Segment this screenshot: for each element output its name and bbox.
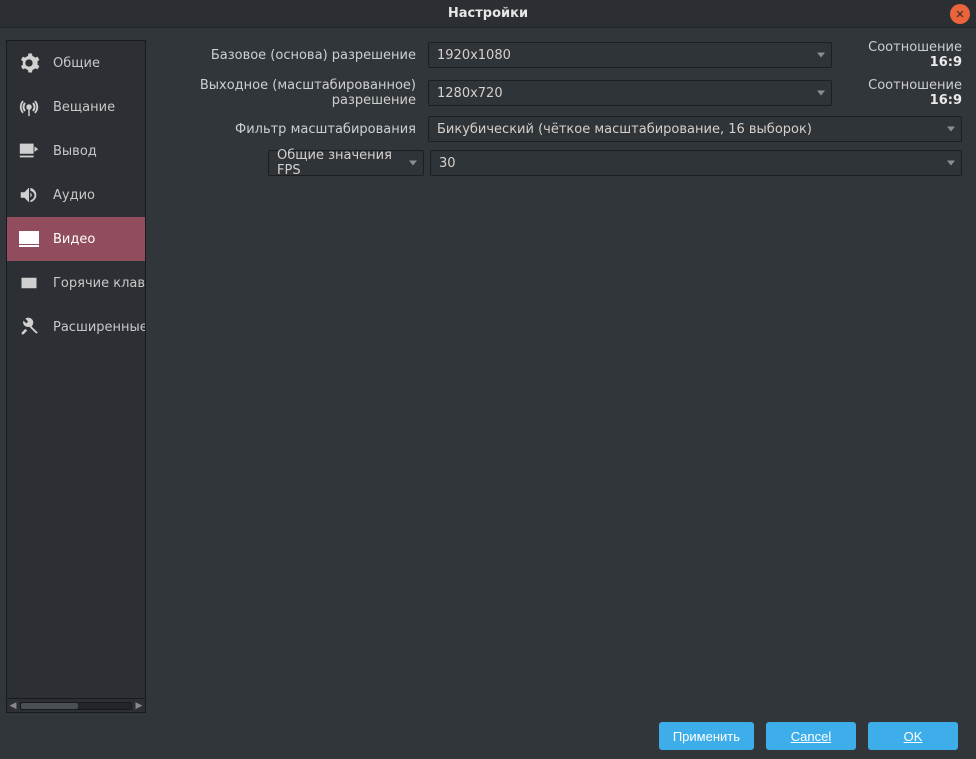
sidebar-item-general[interactable]: Общие [7,41,145,85]
chevron-down-icon [817,91,825,96]
close-icon: ✕ [955,8,964,21]
scroll-right-icon: ▶ [135,701,143,711]
gear-icon [15,49,43,77]
keyboard-icon [15,269,43,297]
sidebar-item-label: Горячие клавиши [53,276,146,291]
chevron-down-icon [947,161,955,166]
sidebar-item-advanced[interactable]: Расширенные [7,305,145,349]
sidebar-item-label: Расширенные [53,320,146,335]
dialog-footer: Применить Cancel OK [0,713,976,759]
ok-button[interactable]: OK [868,722,958,750]
base-resolution-value: 1920x1080 [437,48,511,63]
close-button[interactable]: ✕ [950,4,970,24]
sidebar-item-hotkeys[interactable]: Горячие клавиши [7,261,145,305]
chevron-down-icon [409,161,417,166]
scroll-track[interactable] [20,702,132,710]
sidebar-item-label: Общие [53,56,100,71]
monitor-icon [15,225,43,253]
tools-icon [15,313,43,341]
fps-value-combo[interactable]: 30 [430,150,962,176]
titlebar: Настройки ✕ [0,0,976,28]
downscale-filter-value: Бикубический (чёткое масштабирование, 16… [437,122,812,137]
sidebar-item-output[interactable]: Вывод [7,129,145,173]
output-aspect-ratio: Соотношение 16:9 [838,78,962,108]
scroll-left-icon: ◀ [9,701,17,711]
base-resolution-combo[interactable]: 1920x1080 [428,42,832,68]
broadcast-icon [15,93,43,121]
output-icon [15,137,43,165]
downscale-filter-label: Фильтр масштабирования [154,122,422,137]
sidebar-hscrollbar[interactable]: ◀ ▶ [6,699,146,713]
chevron-down-icon [947,127,955,132]
fps-type-combo[interactable]: Общие значения FPS [268,150,424,176]
output-resolution-value: 1280x720 [437,86,503,101]
sidebar: Общие Вещание Вывод Аудио [6,40,146,713]
apply-button[interactable]: Применить [659,722,754,750]
sidebar-item-label: Вещание [53,100,115,115]
output-resolution-combo[interactable]: 1280x720 [428,80,832,106]
downscale-filter-combo[interactable]: Бикубический (чёткое масштабирование, 16… [428,116,962,142]
fps-value: 30 [439,156,456,171]
chevron-down-icon [817,53,825,58]
base-aspect-ratio: Соотношение 16:9 [838,40,962,70]
sidebar-item-label: Видео [53,232,95,247]
scroll-thumb[interactable] [21,703,78,709]
window-title: Настройки [448,6,528,21]
sidebar-item-video[interactable]: Видео [7,217,145,261]
sidebar-item-audio[interactable]: Аудио [7,173,145,217]
speaker-icon [15,181,43,209]
cancel-button[interactable]: Cancel [766,722,856,750]
fps-type-value: Общие значения FPS [277,148,415,178]
video-settings-panel: Базовое (основа) разрешение 1920x1080 Со… [146,40,976,713]
sidebar-item-label: Вывод [53,144,97,159]
output-resolution-label: Выходное (масштабированное) разрешение [154,78,422,108]
sidebar-item-label: Аудио [53,188,95,203]
base-resolution-label: Базовое (основа) разрешение [154,48,422,63]
sidebar-item-stream[interactable]: Вещание [7,85,145,129]
